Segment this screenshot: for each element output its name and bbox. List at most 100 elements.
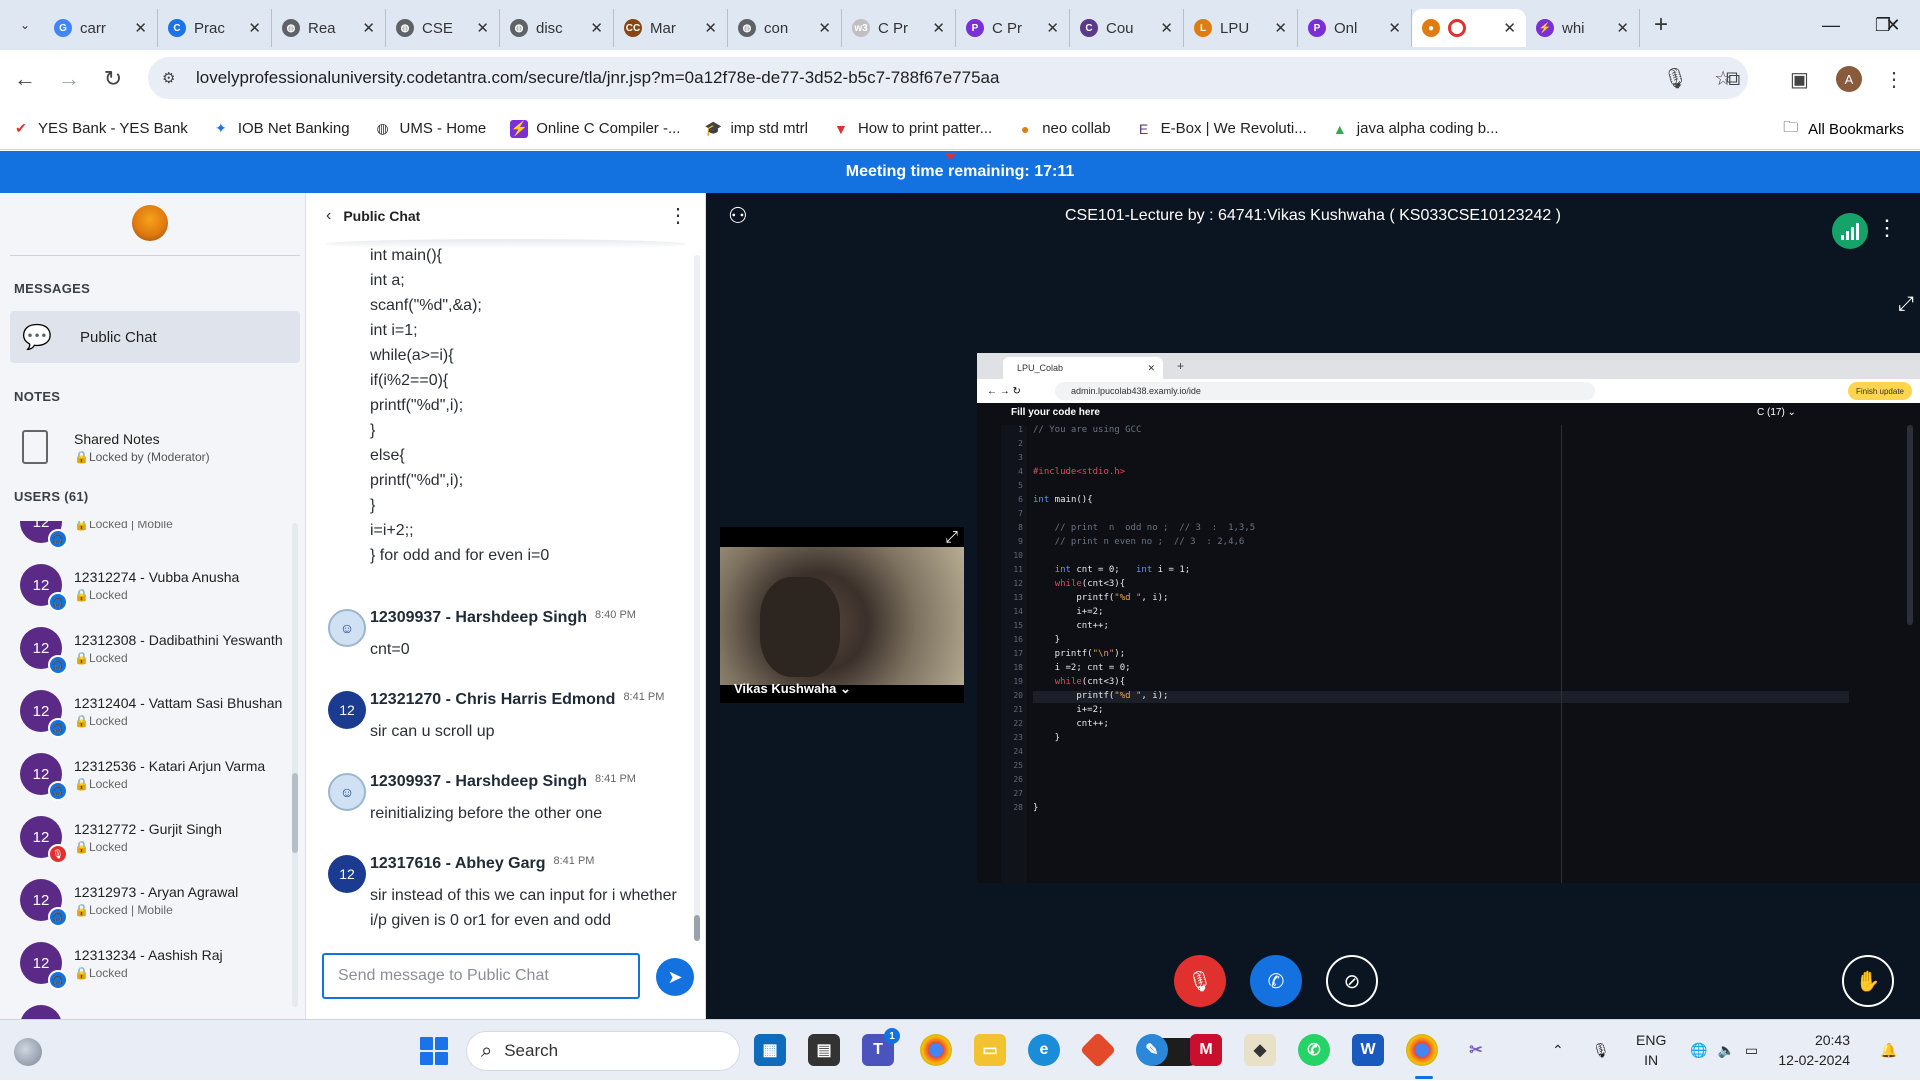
reload-button[interactable]: ↻	[94, 60, 132, 98]
close-tab-icon[interactable]: ✕	[476, 19, 489, 37]
browser-menu-icon[interactable]: ⋮	[1884, 50, 1904, 108]
bookmark-item[interactable]: ● neo collab	[1016, 120, 1111, 138]
app-diamond-icon[interactable]	[1079, 1031, 1117, 1069]
taskbar-clock[interactable]: 20:43 12-02-2024	[1778, 1030, 1850, 1070]
browser-tab[interactable]: L LPU ✕	[1184, 9, 1298, 47]
new-tab-button[interactable]: +	[1654, 11, 1668, 39]
close-tab-icon[interactable]: ✕	[1046, 19, 1059, 37]
python-icon[interactable]: ◆	[1244, 1034, 1276, 1066]
microphone-tray-icon[interactable]: 🎙	[1592, 1020, 1610, 1081]
browser-tab[interactable]: C Cou ✕	[1070, 9, 1184, 47]
bookmark-item[interactable]: E E-Box | We Revoluti...	[1135, 120, 1307, 138]
mcafee-icon[interactable]: M	[1190, 1034, 1222, 1066]
browser-tab[interactable]: ◍ Rea ✕	[272, 9, 386, 47]
user-list-item[interactable]: 12 🎧 12313234 - Aashish Raj 🔒Locked	[0, 932, 296, 994]
browser-tab[interactable]: ◍ con ✕	[728, 9, 842, 47]
copilot-app-icon[interactable]: ▦	[754, 1034, 786, 1066]
close-tab-icon[interactable]: ✕	[1388, 19, 1401, 37]
shared-notes-item[interactable]: Shared Notes 🔒Locked by (Moderator)	[10, 419, 300, 475]
chrome-icon[interactable]	[920, 1034, 952, 1066]
close-tab-icon[interactable]: ✕	[1503, 19, 1516, 37]
stage-options-icon[interactable]: ⋮	[1876, 215, 1898, 241]
edge-icon[interactable]: e	[1028, 1034, 1060, 1066]
public-chat-item[interactable]: 💬 Public Chat	[10, 311, 300, 363]
user-list-item[interactable]: 12 🎧 12312973 - Aryan Agrawal 🔒Locked | Mob…	[0, 869, 296, 931]
mute-button[interactable]: 🎙	[1174, 955, 1226, 1007]
close-tab-icon[interactable]: ✕	[590, 19, 603, 37]
browser-tab[interactable]: ● ✕	[1412, 9, 1526, 47]
browser-tab[interactable]: ⚡ whi ✕	[1526, 9, 1640, 47]
close-tab-icon[interactable]: ✕	[1160, 19, 1173, 37]
close-tab-icon[interactable]: ✕	[134, 19, 147, 37]
chat-scrollbar[interactable]	[694, 255, 700, 941]
minimize-button[interactable]: —	[1806, 0, 1856, 50]
profile-button[interactable]: A	[1836, 50, 1862, 108]
bookmark-item[interactable]: ✔ YES Bank - YES Bank	[12, 120, 188, 138]
chat-options-icon[interactable]: ⋮	[668, 203, 688, 228]
close-tab-icon[interactable]: ✕	[932, 19, 945, 37]
user-settings-icon[interactable]: ⚇	[728, 203, 748, 229]
chrome-active-icon[interactable]	[1406, 1034, 1438, 1066]
bookmark-item[interactable]: ⚡ Online C Compiler -...	[510, 119, 680, 138]
browser-tab[interactable]: w3 C Pr ✕	[842, 9, 956, 47]
all-bookmarks-button[interactable]: 🗀 All Bookmarks	[1783, 108, 1904, 150]
close-tab-icon[interactable]: ✕	[704, 19, 717, 37]
weather-widget-icon[interactable]	[14, 1038, 42, 1066]
microphone-icon[interactable]: 🎙	[1663, 66, 1688, 91]
user-list-item[interactable]: 12 🎧 12312404 - Vattam Sasi Bhushan 🔒Locked	[0, 680, 296, 742]
bookmark-item[interactable]: ✦ IOB Net Banking	[212, 120, 350, 138]
close-window-button[interactable]: ✕	[1866, 0, 1920, 50]
profile-avatar[interactable]: A	[1836, 66, 1862, 92]
whatsapp-icon[interactable]: ✆	[1298, 1034, 1330, 1066]
user-list-item[interactable]: 12 🎙 12312772 - Gurjit Singh 🔒Locked	[0, 806, 296, 868]
bookmark-item[interactable]: ▼ How to print patter...	[832, 120, 992, 138]
user-list-item[interactable]: 12 🎧 🔒Locked | Mobile	[0, 521, 296, 553]
browser-tab[interactable]: C Prac ✕	[158, 9, 272, 47]
webcam-fullscreen-icon[interactable]: ⤢	[945, 529, 958, 547]
browser-tab[interactable]: ◍ disc ✕	[500, 9, 614, 47]
fullscreen-icon[interactable]: ⤢	[1898, 293, 1914, 316]
close-tab-icon[interactable]: ✕	[1274, 19, 1287, 37]
chat-message-input[interactable]	[322, 953, 640, 999]
side-panel-icon[interactable]: ▣	[1790, 50, 1809, 108]
browser-tab[interactable]: CC Mar ✕	[614, 9, 728, 47]
webcam-tile[interactable]: ⤢ Vikas Kushwaha ⌄	[720, 527, 964, 703]
pycharm-icon[interactable]: ✎	[1136, 1034, 1168, 1066]
leave-audio-button[interactable]: ✆	[1250, 955, 1302, 1007]
forward-button[interactable]: →	[50, 60, 88, 98]
close-tab-icon[interactable]: ✕	[818, 19, 831, 37]
users-scrollbar-thumb[interactable]	[292, 773, 298, 853]
user-list-item[interactable]: 12 🎧 12312308 - Dadibathini Yeswanth 🔒Locke…	[0, 617, 296, 679]
user-list-item[interactable]: 1212313961 - Akshat Arora	[0, 995, 296, 1019]
user-list-item[interactable]: 12 🎧 12312536 - Katari Arjun Varma 🔒Locked	[0, 743, 296, 805]
site-info-icon[interactable]: ⚙	[162, 69, 192, 87]
connection-status-icon[interactable]	[1832, 213, 1868, 249]
browser-tab[interactable]: ◍ CSE ✕	[386, 9, 500, 47]
raise-hand-button[interactable]: ✋	[1842, 955, 1894, 1007]
bookmark-item[interactable]: ▲ java alpha coding b...	[1331, 120, 1499, 138]
word-icon[interactable]: W	[1352, 1034, 1384, 1066]
bookmark-item[interactable]: 🎓 imp std mtrl	[704, 120, 808, 138]
close-tab-icon[interactable]: ✕	[248, 19, 261, 37]
chat-scrollbar-thumb[interactable]	[694, 915, 700, 941]
url-text[interactable]: lovelyprofessionaluniversity.codetantra.…	[196, 68, 999, 88]
camera-button[interactable]: ⊘	[1326, 955, 1378, 1007]
snipping-tool-icon[interactable]: ✂	[1460, 1034, 1492, 1066]
back-button[interactable]: ←	[6, 60, 44, 98]
show-hidden-icons[interactable]: ⌃	[1552, 1020, 1564, 1081]
close-tab-icon[interactable]: ✕	[362, 19, 375, 37]
tab-search-chevron-icon[interactable]: ⌄	[12, 12, 38, 38]
browser-tab[interactable]: P Onl ✕	[1298, 9, 1412, 47]
system-tray-icons[interactable]: 🌐 🔈 ▭	[1690, 1020, 1758, 1081]
browser-tab[interactable]: Gcarr ✕	[44, 9, 158, 47]
address-bar[interactable]: ⚙ lovelyprofessionaluniversity.codetantr…	[148, 57, 1748, 99]
user-list-item[interactable]: 12 🎧 12312274 - Vubba Anusha 🔒Locked	[0, 554, 296, 616]
language-indicator[interactable]: ENG IN	[1636, 1030, 1666, 1070]
close-tab-icon[interactable]: ✕	[1616, 19, 1629, 37]
browser-tab[interactable]: P C Pr ✕	[956, 9, 1070, 47]
task-view-icon[interactable]: ▤	[808, 1034, 840, 1066]
notifications-bell-icon[interactable]: 🔔	[1880, 1020, 1897, 1081]
bookmark-item[interactable]: ◍ UMS - Home	[374, 120, 486, 138]
file-explorer-icon[interactable]: ▭	[974, 1034, 1006, 1066]
users-scrollbar[interactable]	[292, 523, 298, 1007]
